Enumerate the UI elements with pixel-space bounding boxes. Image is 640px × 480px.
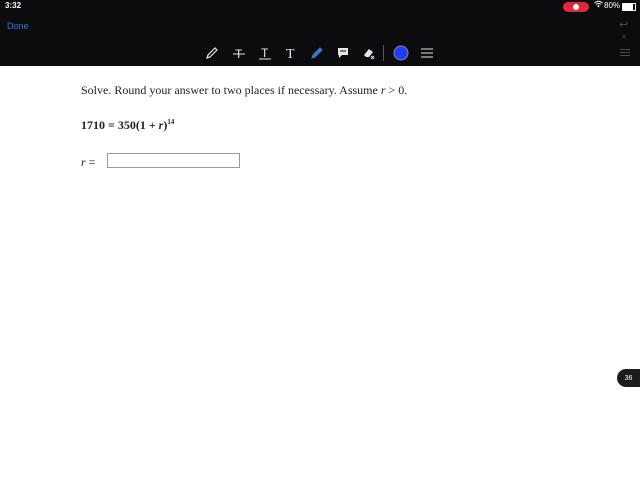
status-bar: 3:32 80% xyxy=(0,0,640,13)
battery-icon xyxy=(622,3,636,11)
question-suffix: > 0. xyxy=(385,83,408,97)
equation-exponent: 14 xyxy=(167,118,175,126)
wifi-icon xyxy=(594,0,603,10)
pencil-icon[interactable] xyxy=(203,44,221,62)
list-icon[interactable] xyxy=(620,47,630,58)
toolbar-divider xyxy=(383,45,384,61)
done-button[interactable]: Done xyxy=(7,21,29,31)
equation-rhs: = 350(1 + xyxy=(105,118,159,132)
text-icon[interactable]: T xyxy=(282,44,300,62)
highlighter-icon[interactable] xyxy=(308,44,326,62)
answer-equals: = xyxy=(85,155,96,169)
color-swatch[interactable] xyxy=(392,44,410,62)
comment-icon[interactable] xyxy=(334,44,352,62)
strikethrough-icon[interactable]: T xyxy=(230,44,248,62)
record-dot-icon xyxy=(573,4,579,10)
page-number-badge[interactable]: 36 xyxy=(617,369,640,387)
eraser-icon[interactable] xyxy=(360,44,378,62)
answer-label: r = xyxy=(81,155,95,170)
underline-icon[interactable]: T xyxy=(256,44,274,62)
menu-icon[interactable] xyxy=(418,44,436,62)
question-prefix: Solve. Round your answer to two places i… xyxy=(81,83,381,97)
screen-record-indicator[interactable] xyxy=(563,2,589,12)
close-icon[interactable]: ✕ xyxy=(621,33,627,41)
undo-icon[interactable]: ↩ xyxy=(619,18,628,31)
equation: 1710 = 350(1 + r)14 xyxy=(81,118,174,133)
battery-percent: 80% xyxy=(604,1,621,10)
top-bar: 3:32 80% Done ↩ ✕ T T T xyxy=(0,0,640,66)
svg-text:T: T xyxy=(286,47,295,60)
answer-input[interactable] xyxy=(107,153,240,168)
equation-lhs: 1710 xyxy=(81,118,105,132)
question-text: Solve. Round your answer to two places i… xyxy=(81,83,407,98)
svg-text:T: T xyxy=(261,46,269,60)
status-time: 3:32 xyxy=(5,1,22,10)
